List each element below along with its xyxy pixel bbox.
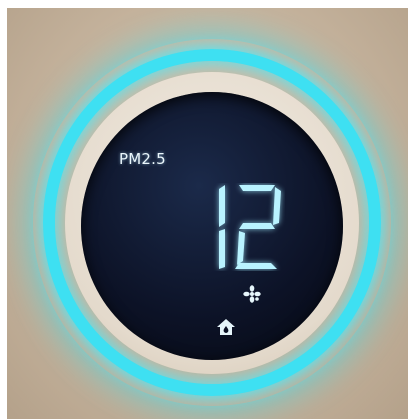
- home-icon: [216, 318, 236, 336]
- pm25-reading: 12: [205, 183, 285, 271]
- fan-icon: [243, 285, 261, 303]
- pm25-label: PM2.5: [119, 150, 166, 168]
- seven-segment-digits: [219, 185, 281, 269]
